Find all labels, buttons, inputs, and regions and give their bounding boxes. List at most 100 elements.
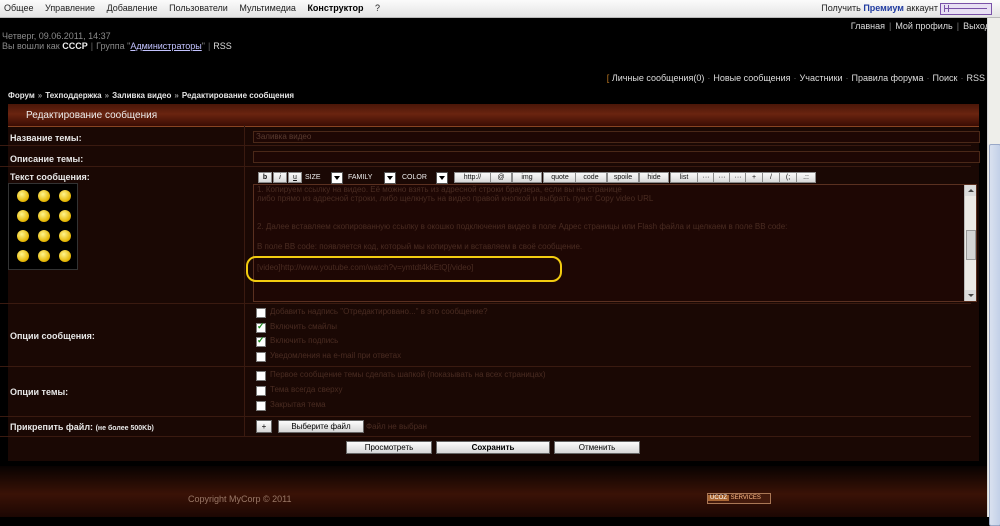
enable-signature-checkbox[interactable] (256, 335, 266, 347)
smile-icon[interactable] (38, 190, 50, 202)
forum-links: [ Личные сообщения(0) · Новые сообщения · Уч… (607, 73, 990, 83)
panel-menu-item-multimedia[interactable]: Мультимедиа (239, 3, 296, 13)
topic-name-input[interactable]: Заливка видео (253, 131, 980, 143)
size-dropdown[interactable] (331, 172, 343, 184)
smile-icon[interactable] (17, 210, 29, 222)
cancel-button[interactable]: Отменить (554, 441, 640, 454)
choose-file-button[interactable]: Выберите файл (278, 420, 364, 433)
topic-desc-input[interactable] (253, 151, 980, 163)
img-button[interactable]: img (512, 172, 542, 183)
first-post-header-label: Первое сообщение темы сделать шапкой (по… (270, 370, 546, 379)
premium-word: Премиум (863, 3, 904, 13)
breadcrumb-forum[interactable]: Форум (8, 91, 35, 100)
home-link[interactable]: Главная (851, 21, 885, 31)
forum-rules-link[interactable]: Правила форума (852, 73, 924, 83)
closed-topic-checkbox[interactable] (256, 401, 266, 411)
top-links: Главная | Мой профиль | Выход (850, 21, 990, 31)
attach-limit-hint: (не более 500Kb) (95, 425, 154, 432)
panel-menu-item-constructor[interactable]: Конструктор (307, 3, 363, 13)
scroll-down-icon[interactable] (965, 290, 976, 301)
always-on-top-checkbox[interactable] (256, 386, 266, 396)
extra-button[interactable]: .:: (796, 172, 816, 183)
panel-menu-item-help[interactable]: ? (375, 3, 380, 13)
family-dropdown[interactable] (384, 172, 396, 184)
closed-topic-label: Закрытая тема (270, 400, 326, 409)
smile-icon[interactable] (59, 190, 71, 202)
panel-menu: Общее Управление Добавление Пользователи… (4, 3, 389, 13)
save-button[interactable]: Сохранить (436, 441, 550, 454)
size-label: SIZE (305, 174, 321, 181)
preview-button[interactable]: Просмотреть (346, 441, 432, 454)
slash-button[interactable]: / (762, 172, 780, 183)
my-profile-link[interactable]: Мой профиль (895, 21, 952, 31)
new-messages-link[interactable]: Новые сообщения (713, 73, 790, 83)
underline-button[interactable]: u (288, 172, 302, 183)
message-line: либо прямо из адресной строки, либо щелк… (257, 194, 654, 203)
edited-note-label: Добавить надпись "Отредактировано..." в … (270, 307, 488, 316)
scroll-thumb[interactable] (966, 230, 976, 260)
username[interactable]: CCCP (62, 41, 88, 51)
search-link[interactable]: Поиск (933, 73, 958, 83)
color-dropdown[interactable] (436, 172, 448, 184)
forum-rss-link[interactable]: RSS (966, 73, 985, 83)
code-button[interactable]: code (575, 172, 607, 183)
enable-smiles-label: Включить смайлы (270, 322, 337, 331)
private-messages-link[interactable]: Личные сообщения(0) (612, 73, 705, 83)
hide-button[interactable]: hide (639, 172, 669, 183)
smile-icon[interactable] (38, 250, 50, 262)
form-title: Редактирование сообщения (26, 110, 158, 121)
form-title-bar: Редактирование сообщения (8, 104, 979, 127)
url-button[interactable]: http:// (454, 172, 491, 183)
premium-suffix: аккаунт (903, 3, 938, 13)
panel-menu-item-manage[interactable]: Управление (45, 3, 95, 13)
breadcrumb-topic[interactable]: Заливка видео (112, 91, 171, 100)
translit-button[interactable]: (; (779, 172, 797, 183)
group-link[interactable]: Администраторы (130, 41, 201, 51)
first-post-header-checkbox[interactable] (256, 371, 266, 381)
panel-menu-item-add[interactable]: Добавление (107, 3, 158, 13)
ucoz-badge[interactable]: UCOZ SERVICES (707, 493, 771, 504)
add-file-button[interactable]: + (256, 420, 272, 433)
smile-icon[interactable] (17, 250, 29, 262)
bold-button[interactable]: b (258, 172, 272, 183)
enable-signature-label: Включить подпись (270, 336, 339, 345)
italic-button[interactable]: i (273, 172, 287, 183)
copyright: Copyright MyCorp © 2011 (188, 494, 292, 504)
spoiler-button[interactable]: spoile (607, 172, 639, 183)
breadcrumb-support[interactable]: Техподдержка (45, 91, 101, 100)
smile-icon[interactable] (17, 190, 29, 202)
smile-icon[interactable] (17, 230, 29, 242)
quote-button[interactable]: quote (543, 172, 577, 183)
email-notify-label: Уведомления на e-mail при ответах (270, 351, 402, 360)
page-scroll-thumb[interactable] (989, 144, 1000, 526)
panel-menu-item-general[interactable]: Общее (4, 3, 33, 13)
panel-toggle-icon[interactable] (940, 3, 992, 15)
panel-menu-item-users[interactable]: Пользователи (169, 3, 228, 13)
scroll-up-icon[interactable] (965, 185, 976, 196)
topic-name-label: Название темы: (10, 133, 82, 143)
enable-smiles-checkbox[interactable] (256, 321, 266, 333)
logout-link[interactable]: Выход (963, 21, 990, 31)
smile-icon[interactable] (38, 230, 50, 242)
page-scrollbar[interactable] (987, 18, 1000, 526)
plus-button[interactable]: + (745, 172, 763, 183)
msg-options-label: Опции сообщения: (10, 331, 95, 341)
message-textarea[interactable]: 1. Копируем ссылку на видео. Её можно вз… (253, 184, 977, 302)
footer (0, 466, 987, 517)
topic-desc-label: Описание темы: (10, 154, 84, 164)
smile-icon[interactable] (59, 230, 71, 242)
members-link[interactable]: Участники (800, 73, 843, 83)
email-button[interactable]: @ (490, 172, 512, 183)
smile-icon[interactable] (59, 250, 71, 262)
smile-icon[interactable] (59, 210, 71, 222)
ucoz-top-panel: Общее Управление Добавление Пользователи… (0, 0, 1000, 18)
premium-link[interactable]: Получить Премиум аккаунт (821, 3, 938, 13)
header-rss-link[interactable]: RSS (213, 41, 232, 51)
textarea-scrollbar[interactable] (964, 185, 976, 301)
email-notify-checkbox[interactable] (256, 352, 266, 362)
edited-note-checkbox[interactable] (256, 308, 266, 318)
attach-label: Прикрепить файл: (не более 500Kb) (10, 422, 154, 432)
list-button[interactable]: list (670, 172, 698, 183)
group-prefix: Группа " (96, 41, 131, 51)
smile-icon[interactable] (38, 210, 50, 222)
